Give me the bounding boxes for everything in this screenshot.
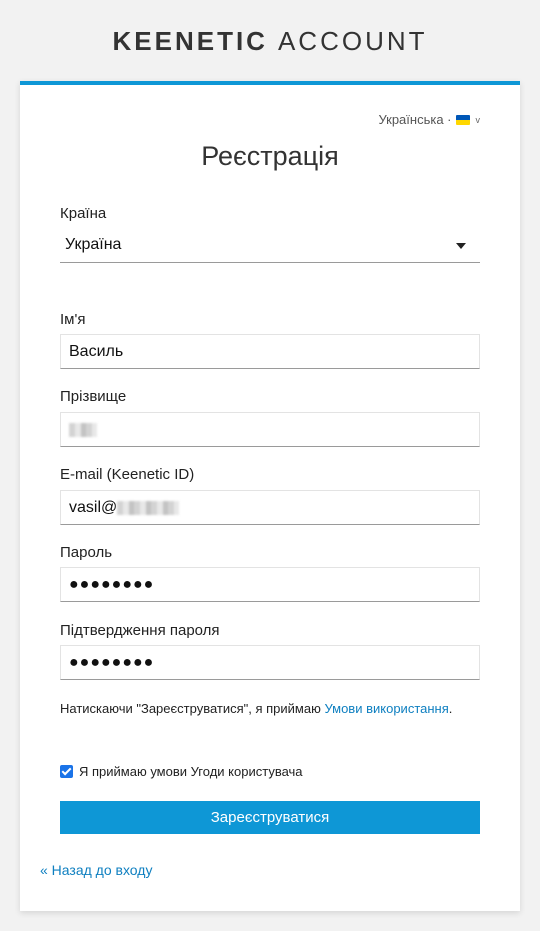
brand-name: KEENETIC — [112, 26, 268, 56]
redacted-text — [69, 422, 97, 437]
chevron-down-icon: v — [475, 114, 481, 125]
first-name-value: Василь — [69, 342, 124, 360]
user-agreement-checkbox[interactable]: Я приймаю умови Угоди користувача — [60, 764, 303, 779]
user-agreement-label: Я приймаю умови Угоди користувача — [79, 764, 303, 779]
page-title: Реєстрація — [201, 141, 339, 171]
email-value: vasil@ — [69, 498, 118, 516]
terms-notice: Натискаючи "Зареєструватися", я приймаю … — [60, 697, 480, 721]
password-label: Пароль — [60, 544, 113, 561]
last-name-input[interactable] — [60, 412, 480, 447]
terms-end: . — [448, 701, 453, 716]
first-name-label: Ім'я — [60, 311, 86, 328]
caret-down-icon — [456, 243, 466, 249]
password-value: ●●●●●●●● — [69, 575, 155, 593]
register-button[interactable]: Зареєструватися — [60, 801, 480, 834]
first-name-input[interactable]: Василь — [60, 334, 480, 369]
password-confirm-label: Підтвердження пароля — [60, 622, 220, 639]
checkbox-checked-icon[interactable] — [60, 765, 73, 778]
country-select[interactable]: Україна — [60, 228, 480, 263]
ukraine-flag-icon — [455, 114, 470, 125]
country-value: Україна — [65, 236, 122, 253]
brand-product: ACCOUNT — [277, 26, 428, 56]
back-to-login-link[interactable]: « Назад до входу — [40, 862, 152, 878]
country-label: Країна — [60, 205, 107, 222]
password-confirm-input[interactable]: ●●●●●●●● — [60, 645, 480, 680]
email-label: E-mail (Keenetic ID) — [60, 466, 195, 483]
password-confirm-value: ●●●●●●●● — [69, 653, 155, 671]
email-input[interactable]: vasil@ — [60, 490, 480, 525]
last-name-label: Прізвище — [60, 388, 127, 405]
terms-of-use-link[interactable]: Умови використання — [324, 701, 448, 716]
password-input[interactable]: ●●●●●●●● — [60, 567, 480, 602]
brand-logo: KEENETIC ACCOUNT — [0, 26, 540, 57]
language-label: Українська · — [378, 112, 452, 127]
terms-text: Натискаючи "Зареєструватися", я приймаю — [60, 701, 325, 716]
registration-card: Українська · v Реєстрація Країна Україна… — [20, 81, 520, 911]
language-selector[interactable]: Українська · v — [378, 112, 480, 127]
redacted-text — [117, 500, 180, 515]
